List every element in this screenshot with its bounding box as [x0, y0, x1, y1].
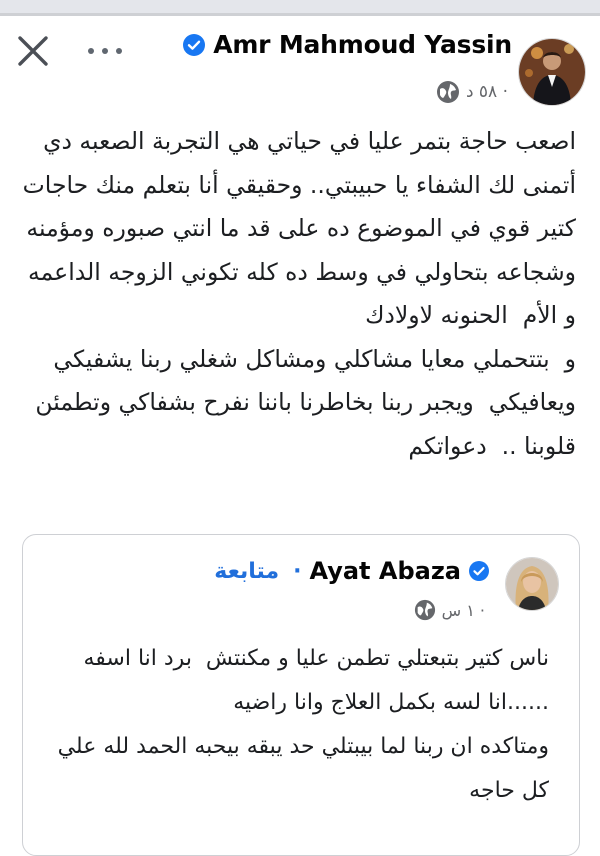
author-avatar[interactable]	[518, 38, 586, 106]
follow-link[interactable]: متابعة	[214, 559, 279, 584]
globe-icon[interactable]	[414, 599, 436, 621]
post-author: Amr Mahmoud Yassin	[183, 30, 512, 59]
shared-author-avatar[interactable]	[505, 557, 559, 611]
shared-paragraph-1: ناس كتير بتبعتلي تطمن عليا و مكنتش برد ا…	[76, 646, 549, 715]
shared-paragraph-2: ومتاكده ان ربنا لما بيبتلي حد يبقه بيحبه…	[50, 734, 549, 803]
separator-dot: ·	[293, 558, 302, 584]
verified-badge-icon	[469, 561, 489, 581]
post-time[interactable]: ٥٨ د ·	[466, 82, 508, 102]
shared-post-meta: ١ س ·	[414, 599, 485, 621]
close-icon	[18, 36, 48, 66]
close-button[interactable]	[16, 34, 50, 68]
globe-icon[interactable]	[436, 80, 460, 104]
shared-post-card[interactable]: متابعة · Ayat Abaza ١ س · ناس كتير بتبعت…	[22, 534, 580, 856]
shared-post-time[interactable]: ١ س ·	[442, 601, 485, 620]
shared-avatar-image	[506, 558, 558, 610]
author-name[interactable]: Amr Mahmoud Yassin	[213, 30, 512, 59]
post-body: اصعب حاجة بتمر عليا في حياتي هي التجربة …	[16, 120, 576, 468]
post-meta: ٥٨ د ·	[436, 80, 508, 104]
verified-badge-icon	[183, 33, 206, 56]
avatar-image	[519, 39, 585, 105]
shared-post-body: ناس كتير بتبعتلي تطمن عليا و مكنتش برد ا…	[49, 637, 549, 813]
more-options-button[interactable]	[88, 40, 122, 62]
top-divider	[0, 0, 600, 16]
more-dots-icon	[88, 48, 94, 54]
post-paragraph-2: و بتتحملي معايا مشاكلي ومشاكل شغلي ربنا …	[27, 344, 576, 460]
shared-author-name[interactable]: Ayat Abaza	[310, 557, 462, 585]
shared-post-author: متابعة · Ayat Abaza	[214, 557, 489, 585]
post-paragraph-1: اصعب حاجة بتمر عليا في حياتي هي التجربة …	[15, 127, 576, 329]
